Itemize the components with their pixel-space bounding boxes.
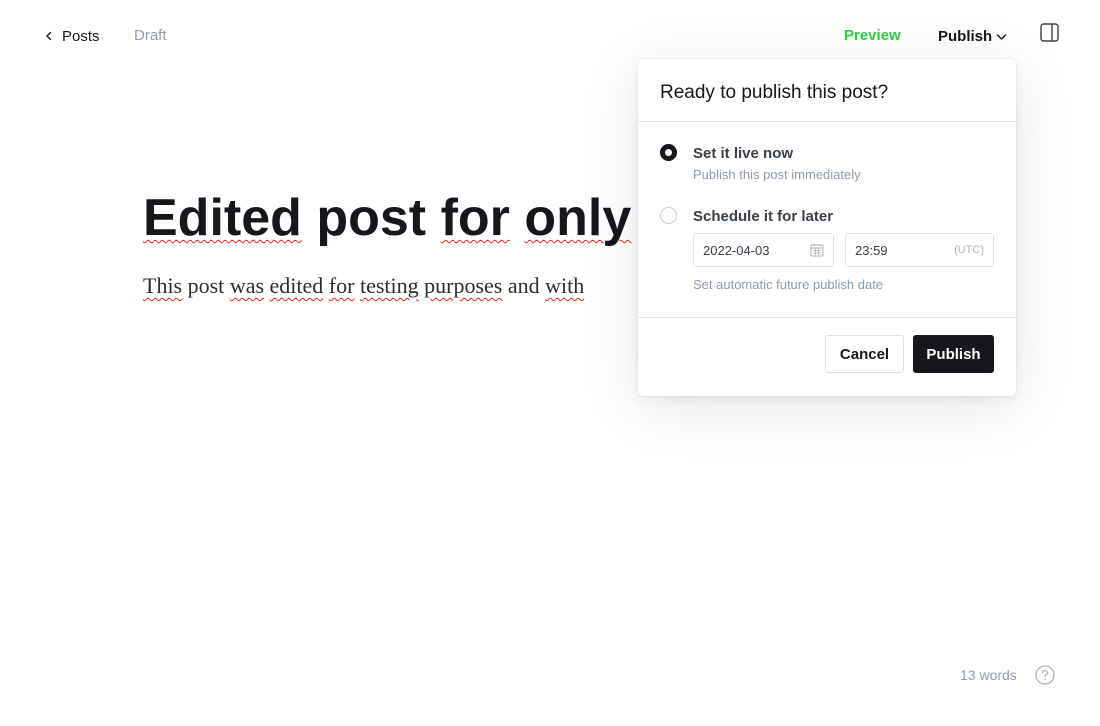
schedule-time-field[interactable]: 23:59 (UTC) <box>845 233 994 267</box>
schedule-date-value: 2022-04-03 <box>703 242 770 258</box>
timezone-label: (UTC) <box>954 244 984 256</box>
editor-page: Posts Draft Preview Publish Edited post … <box>0 0 1100 726</box>
body-word: with <box>545 273 585 298</box>
title-word: only <box>524 189 632 247</box>
popover-divider <box>638 317 1016 318</box>
title-word: Edited <box>143 189 302 247</box>
calendar-icon[interactable] <box>810 243 824 257</box>
body-word: for <box>328 273 355 298</box>
back-to-posts-link[interactable]: Posts <box>44 24 100 48</box>
popover-title: Ready to publish this post? <box>660 82 889 103</box>
preview-button[interactable]: Preview <box>844 24 901 48</box>
body-word: This <box>143 273 183 298</box>
schedule-date-field[interactable]: 2022-04-03 <box>693 233 834 267</box>
chevron-left-icon <box>46 31 52 41</box>
publish-popover: Ready to publish this post? Set it live … <box>638 59 1016 396</box>
set-live-now-label[interactable]: Set it live now <box>693 145 793 162</box>
popover-divider <box>638 121 1016 122</box>
body-word: testing <box>359 273 419 298</box>
publish-button[interactable]: Publish <box>913 335 994 373</box>
help-icon[interactable] <box>1035 665 1055 685</box>
back-label: Posts <box>62 27 100 45</box>
word-count: 13 words <box>960 667 1017 683</box>
body-word: and <box>507 273 540 298</box>
cancel-button[interactable]: Cancel <box>825 335 904 373</box>
schedule-hint: Set automatic future publish date <box>693 277 884 292</box>
radio-set-live-now[interactable] <box>660 144 677 161</box>
body-word: was <box>229 273 265 298</box>
publish-menu-label: Publish <box>938 27 993 45</box>
schedule-later-label[interactable]: Schedule it for later <box>693 208 833 225</box>
body-word: post <box>187 273 225 298</box>
post-title[interactable]: Edited post for only <box>143 186 643 250</box>
title-word: post <box>316 189 427 247</box>
publish-menu-button[interactable]: Publish <box>938 24 1007 48</box>
title-word: for <box>440 189 510 247</box>
body-word: edited <box>269 273 324 298</box>
body-word: purposes <box>424 273 503 298</box>
post-body[interactable]: This post was edited for testing purpose… <box>143 270 643 302</box>
radio-schedule-later[interactable] <box>660 207 677 224</box>
chevron-down-icon <box>996 34 1007 40</box>
post-status: Draft <box>134 27 167 44</box>
sidebar-toggle-icon[interactable] <box>1040 23 1059 42</box>
schedule-time-value: 23:59 <box>855 242 888 258</box>
set-live-now-description: Publish this post immediately <box>693 167 861 182</box>
